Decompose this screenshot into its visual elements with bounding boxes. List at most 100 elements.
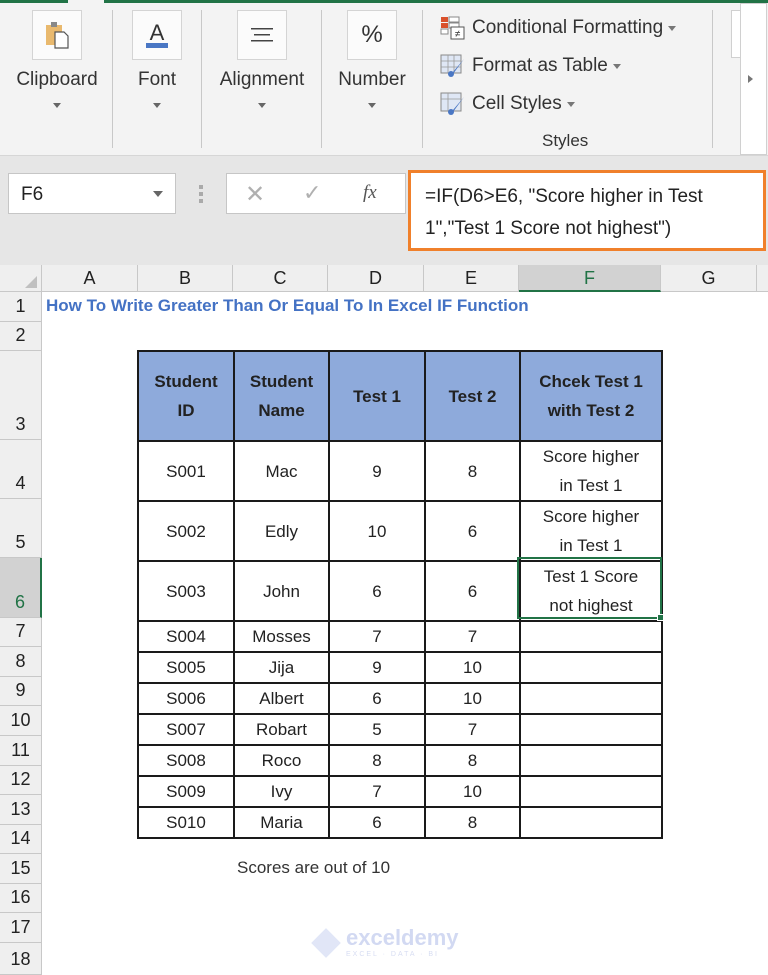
row-header-11[interactable]: 11 [0, 736, 42, 766]
cell-test-1[interactable]: 6 [328, 806, 426, 839]
row-header-6[interactable]: 6 [0, 558, 42, 618]
cell-student-id[interactable]: S007 [137, 713, 235, 746]
drag-handle-icon[interactable] [199, 185, 203, 203]
scroll-right-icon[interactable] [748, 75, 753, 83]
cell-test-2[interactable]: 6 [424, 560, 521, 622]
ribbon-scroll-panel[interactable] [740, 3, 767, 155]
cell-check[interactable] [519, 651, 663, 684]
conditional-formatting-button[interactable]: ≠ Conditional Formatting [440, 16, 677, 40]
cell-test-1[interactable]: 6 [328, 682, 426, 715]
header-student-name[interactable]: Student Name [233, 350, 330, 442]
cell-test-2[interactable]: 7 [424, 620, 521, 653]
cell-test-2[interactable]: 8 [424, 806, 521, 839]
cell-check[interactable] [519, 682, 663, 715]
cell-check[interactable] [519, 775, 663, 808]
format-as-table-button[interactable]: Format as Table [440, 54, 621, 78]
chevron-down-icon[interactable] [153, 191, 163, 197]
cell-check[interactable]: Score higher in Test 1 [519, 500, 663, 562]
cell-test-2[interactable]: 8 [424, 440, 521, 502]
cell-test-1[interactable]: 7 [328, 775, 426, 808]
header-test-2[interactable]: Test 2 [424, 350, 521, 442]
cell-student-name[interactable]: Edly [233, 500, 330, 562]
enter-icon[interactable]: ✓ [303, 180, 321, 206]
cell-check-active[interactable]: Test 1 Score not highest [519, 560, 663, 622]
row-header-2[interactable]: 2 [0, 322, 42, 351]
ribbon-group-alignment[interactable]: Alignment [214, 10, 310, 108]
cell-test-2[interactable]: 7 [424, 713, 521, 746]
header-test-1[interactable]: Test 1 [328, 350, 426, 442]
cell-check[interactable]: Score higher in Test 1 [519, 440, 663, 502]
row-header-13[interactable]: 13 [0, 795, 42, 825]
column-header-b[interactable]: B [138, 265, 233, 292]
cell-test-1[interactable]: 9 [328, 440, 426, 502]
column-header-e[interactable]: E [424, 265, 519, 292]
cell-student-id[interactable]: S001 [137, 440, 235, 502]
cell-student-id[interactable]: S002 [137, 500, 235, 562]
select-all-button[interactable] [0, 265, 42, 292]
header-student-id[interactable]: Student ID [137, 350, 235, 442]
cell-test-2[interactable]: 8 [424, 744, 521, 777]
row-header-1[interactable]: 1 [0, 292, 42, 322]
name-box[interactable]: F6 [8, 173, 176, 214]
cell-test-2[interactable]: 10 [424, 682, 521, 715]
row-header-14[interactable]: 14 [0, 825, 42, 854]
cell-student-name[interactable]: Jija [233, 651, 330, 684]
cell-test-1[interactable]: 9 [328, 651, 426, 684]
cell-test-2[interactable]: 6 [424, 500, 521, 562]
row-header-18[interactable]: 18 [0, 943, 42, 975]
cell-student-name[interactable]: Albert [233, 682, 330, 715]
cell-student-id[interactable]: S008 [137, 744, 235, 777]
row-header-12[interactable]: 12 [0, 766, 42, 795]
cell-test-2[interactable]: 10 [424, 775, 521, 808]
cell-test-1[interactable]: 7 [328, 620, 426, 653]
cell-check[interactable] [519, 713, 663, 746]
ribbon-group-clipboard[interactable]: Clipboard [16, 10, 98, 108]
row-header-7[interactable]: 7 [0, 618, 42, 647]
cell-student-id[interactable]: S009 [137, 775, 235, 808]
ribbon-group-number[interactable]: % Number [334, 10, 410, 108]
column-header-a[interactable]: A [42, 265, 138, 292]
cell-student-name[interactable]: Mosses [233, 620, 330, 653]
cell-student-name[interactable]: Robart [233, 713, 330, 746]
cell-student-id[interactable]: S010 [137, 806, 235, 839]
row-header-17[interactable]: 17 [0, 913, 42, 943]
ribbon-group-font[interactable]: A Font [131, 10, 183, 108]
cell-test-1[interactable]: 5 [328, 713, 426, 746]
row-header-3[interactable]: 3 [0, 351, 42, 440]
column-header-c[interactable]: C [233, 265, 328, 292]
cell-test-1[interactable]: 8 [328, 744, 426, 777]
sheet-title[interactable]: How To Write Greater Than Or Equal To In… [46, 296, 529, 316]
cell-student-name[interactable]: Roco [233, 744, 330, 777]
row-header-5[interactable]: 5 [0, 499, 42, 558]
cell-test-1[interactable]: 6 [328, 560, 426, 622]
cell-check[interactable] [519, 744, 663, 777]
row-header-4[interactable]: 4 [0, 440, 42, 499]
cell-check[interactable] [519, 620, 663, 653]
row-header-8[interactable]: 8 [0, 647, 42, 677]
row-header-9[interactable]: 9 [0, 677, 42, 706]
header-check[interactable]: Chcek Test 1 with Test 2 [519, 350, 663, 442]
cell-student-id[interactable]: S003 [137, 560, 235, 622]
column-header-f[interactable]: F [519, 265, 661, 292]
cell-test-2[interactable]: 10 [424, 651, 521, 684]
row-header-16[interactable]: 16 [0, 884, 42, 913]
insert-function-icon[interactable]: fx [363, 182, 377, 204]
row-header-15[interactable]: 15 [0, 854, 42, 884]
column-header-d[interactable]: D [328, 265, 424, 292]
cell-student-name[interactable]: Ivy [233, 775, 330, 808]
column-header-g[interactable]: G [661, 265, 757, 292]
cell-student-id[interactable]: S006 [137, 682, 235, 715]
note-cell[interactable]: Scores are out of 10 [237, 858, 390, 878]
cell-test-1[interactable]: 10 [328, 500, 426, 562]
fill-handle[interactable] [657, 614, 664, 621]
row-header-10[interactable]: 10 [0, 706, 42, 736]
cell-student-name[interactable]: Mac [233, 440, 330, 502]
cell-student-name[interactable]: John [233, 560, 330, 622]
cell-student-id[interactable]: S005 [137, 651, 235, 684]
formula-input[interactable]: =IF(D6>E6, "Score higher in Test 1","Tes… [408, 170, 766, 251]
cancel-icon[interactable]: ✕ [245, 180, 265, 209]
cell-student-name[interactable]: Maria [233, 806, 330, 839]
cell-check[interactable] [519, 806, 663, 839]
cell-styles-button[interactable]: Cell Styles [440, 92, 575, 116]
cell-student-id[interactable]: S004 [137, 620, 235, 653]
